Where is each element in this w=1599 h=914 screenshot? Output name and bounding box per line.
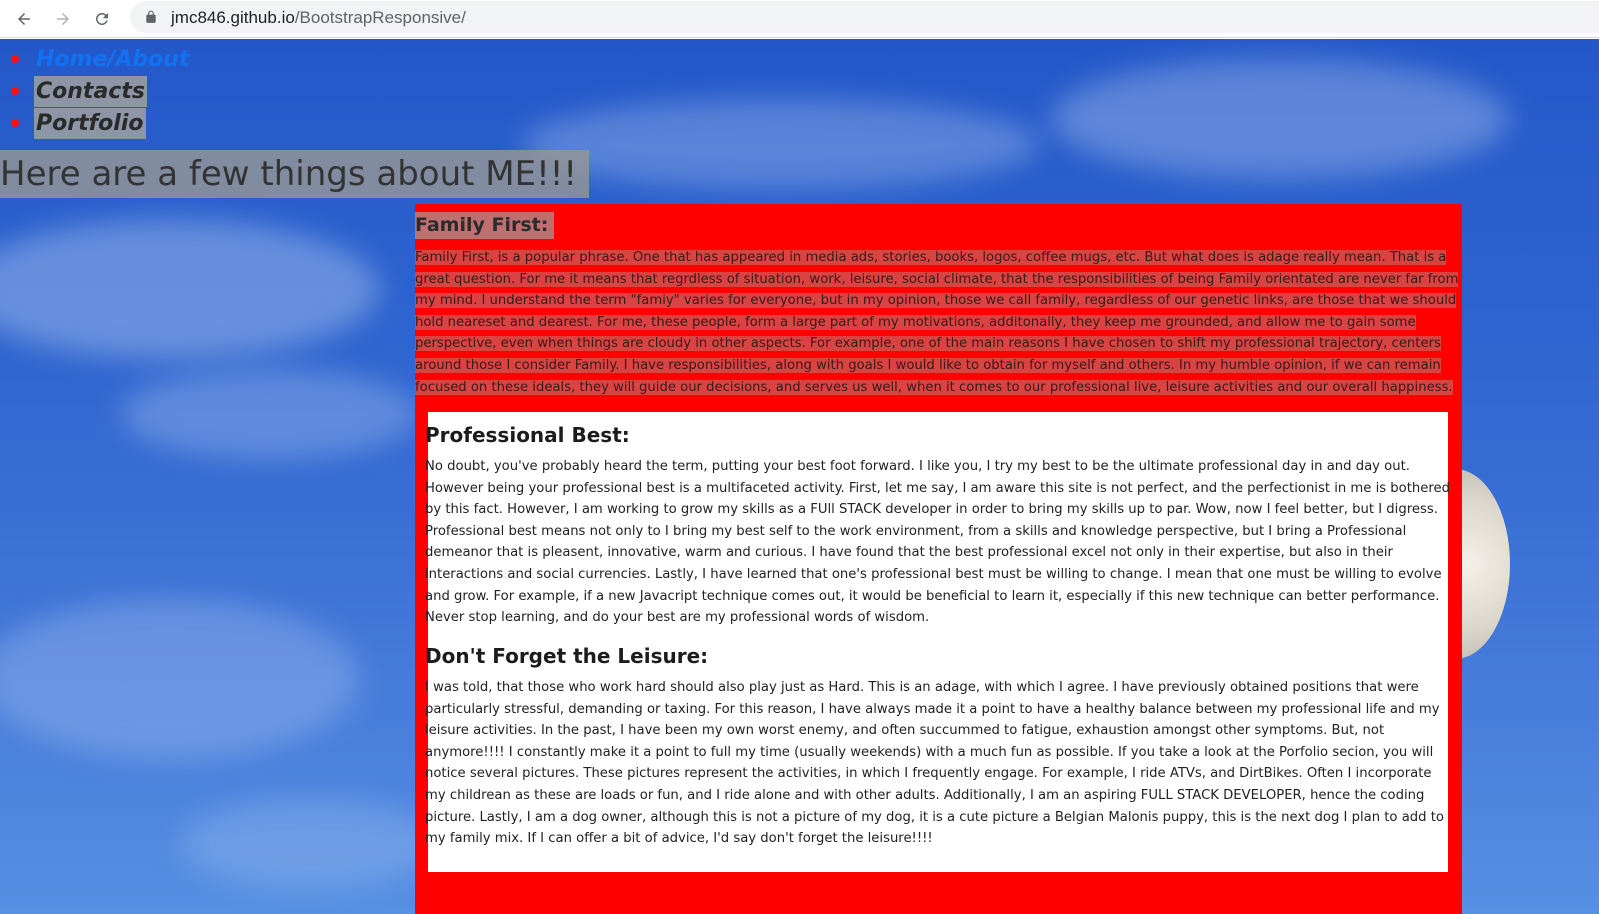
- family-first-heading: Family First:: [415, 212, 555, 239]
- inner-content-card: Professional Best: No doubt, you've prob…: [425, 412, 1450, 872]
- reload-icon: [95, 12, 108, 25]
- page-background: Home/About Contacts Portfolio Here are a…: [0, 39, 1599, 914]
- professional-best-heading: Professional Best:: [425, 423, 630, 447]
- nav-link-contacts[interactable]: Contacts: [34, 75, 147, 107]
- about-card: Family First: Family First, is a popular…: [415, 204, 1462, 914]
- nav-link-home-about[interactable]: Home/About: [34, 44, 191, 75]
- address-bar[interactable]: jmc846.github.io/BootstrapResponsive/: [130, 1, 1599, 33]
- family-first-paragraph: Family First, is a popular phrase. One t…: [415, 250, 1459, 395]
- sky-cloud: [0, 599, 360, 759]
- browser-toolbar: jmc846.github.io/BootstrapResponsive/: [0, 0, 1599, 38]
- url-text[interactable]: jmc846.github.io/BootstrapResponsive/: [171, 8, 466, 28]
- sky-cloud: [120, 369, 420, 459]
- sky-cloud: [0, 219, 380, 359]
- arrow-right-icon: [57, 13, 69, 25]
- sky-cloud: [1050, 59, 1510, 179]
- url-host: jmc846.github.io: [171, 8, 295, 27]
- nav-item-home: Home/About: [0, 43, 191, 75]
- family-first-text: Family First, is a popular phrase. One t…: [415, 247, 1462, 398]
- forward-button[interactable]: [50, 6, 76, 32]
- sky-cloud: [520, 99, 1040, 189]
- lock-icon: [146, 10, 156, 23]
- main-nav: Home/About Contacts Portfolio: [0, 43, 191, 139]
- back-button[interactable]: [11, 6, 37, 32]
- professional-best-text: No doubt, you've probably heard the term…: [425, 459, 1450, 626]
- reload-button[interactable]: [89, 6, 115, 32]
- leisure-text: I was told, that those who work hard sho…: [425, 680, 1444, 847]
- nav-item-portfolio: Portfolio: [0, 107, 191, 139]
- leisure-heading: Don't Forget the Leisure:: [425, 644, 709, 668]
- nav-item-contacts: Contacts: [0, 75, 191, 107]
- sky-cloud: [180, 799, 440, 889]
- nav-link-portfolio[interactable]: Portfolio: [34, 107, 146, 139]
- page-title: Here are a few things about ME!!!: [0, 150, 589, 198]
- url-path: /BootstrapResponsive/: [294, 8, 466, 27]
- arrow-left-icon: [18, 13, 30, 25]
